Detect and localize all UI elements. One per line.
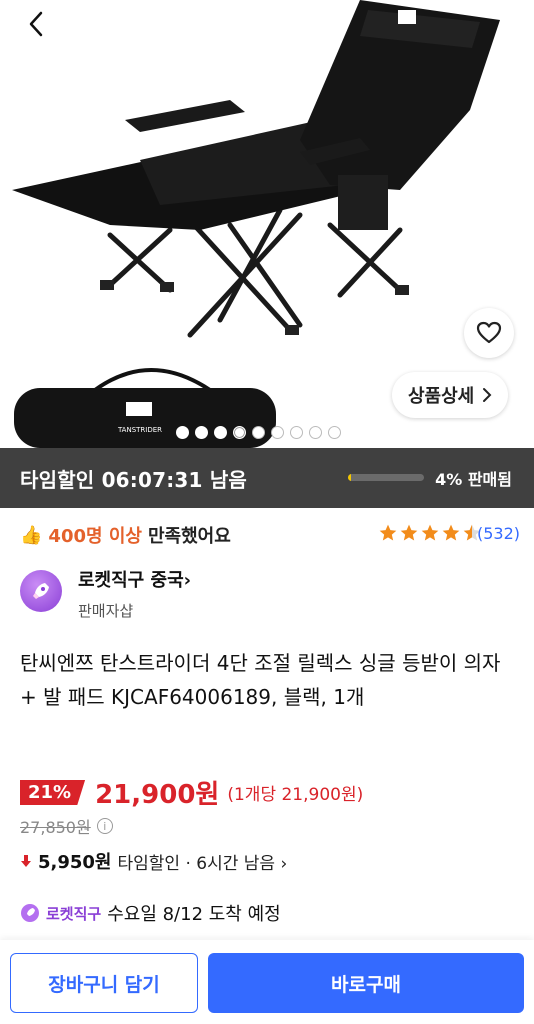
satisfied-text: 만족했어요: [147, 526, 231, 547]
star-icon: [442, 524, 460, 541]
delivery-date: 수요일 8/12 도착 예정: [107, 904, 281, 925]
rocket-icon: [33, 583, 49, 599]
original-price-row: 27,850원 i: [20, 814, 113, 838]
down-arrow-icon: [21, 855, 31, 867]
time-discount-row[interactable]: 5,950원 타임할인 · 6시간 남음 ›: [20, 848, 287, 874]
satisfied-count: 400명 이상: [48, 526, 142, 547]
wishlist-button[interactable]: [464, 308, 514, 358]
chevron-right-icon: ›: [183, 570, 192, 591]
star-icon: [421, 524, 439, 541]
review-count[interactable]: (532): [477, 524, 520, 543]
satisfaction-row: 👍 400명 이상 만족했어요 (532): [20, 518, 520, 552]
sale-price: 21,900원: [95, 780, 220, 810]
seller-name: 로켓직구 중국: [78, 570, 184, 591]
chevron-right-icon: [483, 388, 492, 402]
time-discount-text: 타임할인 · 6시간 남음 ›: [117, 853, 288, 874]
star-icon: [379, 524, 397, 541]
back-button[interactable]: [20, 8, 52, 40]
seller-avatar[interactable]: [20, 570, 62, 612]
heart-icon: [476, 321, 502, 344]
seller-shop-label: 판매자샵: [78, 602, 134, 620]
product-detail-label: 상품상세: [408, 386, 475, 407]
rocket-global-badge: 로켓직구: [46, 904, 102, 923]
product-detail-button[interactable]: 상품상세: [392, 372, 509, 418]
back-arrow-icon: [29, 11, 43, 37]
product-page: TANSTRIDER 상품상세 타임할인 06:07:31 남음 4% 판매됨: [0, 0, 534, 1024]
rating-stars[interactable]: [378, 523, 482, 543]
carousel-dot[interactable]: [328, 426, 341, 439]
product-title: 탄씨엔쯔 탄스트라이더 4단 조절 릴렉스 싱글 등받이 의자 + 발 패드 K…: [20, 651, 501, 709]
price-row: 21% 21,900원 (1개당 21,900원): [20, 774, 363, 811]
carousel-dot[interactable]: [309, 426, 322, 439]
sold-percent: 4% 판매됨: [435, 470, 512, 489]
carousel-dot[interactable]: [214, 426, 227, 439]
rocket-global-icon: [21, 904, 39, 922]
info-icon[interactable]: i: [96, 818, 113, 834]
star-icon: [400, 524, 418, 541]
time-discount-amount: 5,950원: [38, 852, 112, 873]
time-sale-countdown: 타임할인 06:07:31 남음: [20, 467, 248, 492]
original-price: 27,850원: [20, 818, 91, 837]
discount-badge: 21%: [20, 780, 86, 805]
carousel-dot[interactable]: [176, 426, 189, 439]
add-to-cart-button[interactable]: 장바구니 담기: [10, 953, 198, 1013]
time-sale-bar: 타임할인 06:07:31 남음 4% 판매됨: [0, 448, 534, 508]
carousel-dot[interactable]: [233, 426, 246, 439]
carousel-dot[interactable]: [271, 426, 284, 439]
bag-brand-text: TANSTRIDER: [117, 426, 162, 434]
thumbs-up-icon: 👍: [20, 524, 43, 546]
product-image-carousel[interactable]: TANSTRIDER 상품상세: [0, 0, 534, 448]
carousel-indicator: [176, 426, 341, 439]
seller-row: 로켓직구 중국› 판매자샵: [20, 566, 520, 626]
unit-price: (1개당 21,900원): [227, 785, 364, 805]
seller-name-link[interactable]: 로켓직구 중국›: [78, 566, 191, 592]
sold-progress-fill: [348, 474, 352, 481]
carousel-dot[interactable]: [290, 426, 303, 439]
delivery-row: 로켓직구 수요일 8/12 도착 예정: [20, 900, 281, 926]
buy-now-button[interactable]: 바로구매: [208, 953, 524, 1013]
sold-progress-bar: [348, 474, 424, 481]
carousel-dot[interactable]: [195, 426, 208, 439]
carousel-dot[interactable]: [252, 426, 265, 439]
bottom-action-bar: 장바구니 담기 바로구매: [0, 940, 534, 1024]
